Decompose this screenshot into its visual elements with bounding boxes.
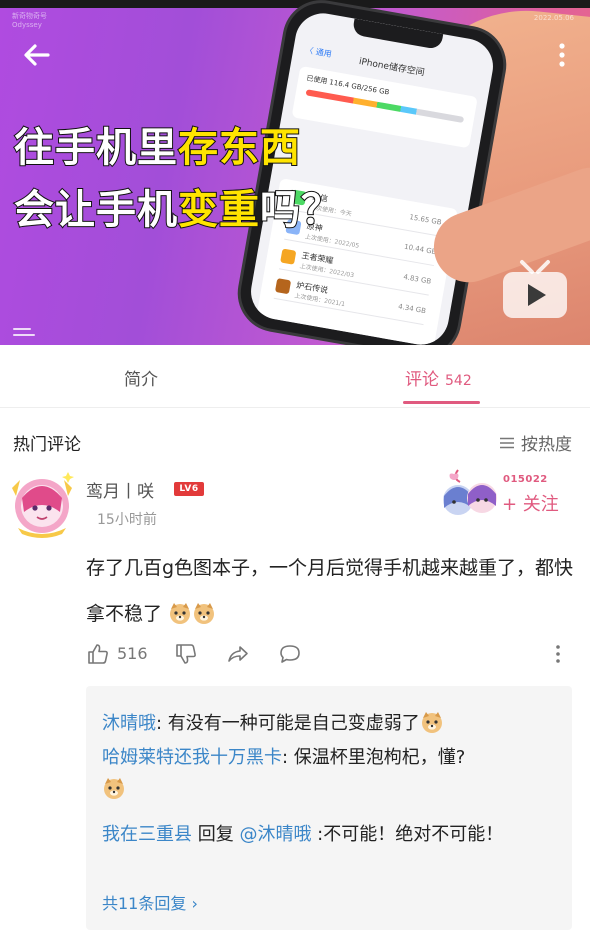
- comment-time: 15小时前: [97, 512, 157, 528]
- app-icon: [274, 278, 292, 295]
- reply-item[interactable]: 我在三重县 回复 @沐晴哦 :不可能！绝对不可能！: [102, 816, 562, 854]
- comment-more-icon[interactable]: [554, 642, 562, 666]
- arrow-left-icon: [24, 44, 50, 66]
- back-button[interactable]: [20, 38, 54, 72]
- doge-emoji-icon: [104, 778, 124, 799]
- anime-characters-icon: [443, 469, 497, 515]
- sort-button[interactable]: 按热度: [499, 430, 572, 455]
- app-icon: [280, 248, 297, 265]
- reply-connector: 回复: [192, 824, 240, 845]
- reply-mention[interactable]: @沐晴哦: [239, 824, 311, 845]
- comment-actions: 516: [86, 640, 576, 670]
- thumbs-up-icon[interactable]: [86, 642, 110, 666]
- video-title-line-2: 会让手机变重吗？: [13, 186, 342, 234]
- title-text: 往手机里: [13, 124, 178, 172]
- doge-emoji-icon: [194, 603, 215, 624]
- title-highlight: 变重: [177, 186, 260, 234]
- reply-username[interactable]: 我在三重县: [102, 824, 192, 845]
- follow-code: 015022: [503, 474, 548, 485]
- reply-text: : 保温杯里泡枸杞，懂?: [282, 747, 466, 768]
- level-badge: LV6: [174, 482, 204, 496]
- avatar-frame-icon: [12, 472, 74, 538]
- reply-item[interactable]: 哈姆莱特还我十万黑卡: 保温杯里泡枸杞，懂?: [102, 742, 562, 806]
- comment-text: 存了几百g色图本子，一个月后觉得手机越来越重了，都快拿不稳了: [86, 545, 578, 637]
- video-date: 2022.05.06: [533, 14, 574, 22]
- comment-body: 存了几百g色图本子，一个月后觉得手机越来越重了，都快拿不稳了: [86, 557, 574, 625]
- reply-bubble-icon[interactable]: [278, 642, 302, 666]
- comment-username[interactable]: 鸾月丨咲: [86, 477, 154, 502]
- tv-play-icon: [503, 260, 567, 318]
- lines-icon: [13, 328, 35, 336]
- reply-text: :不可能！绝对不可能！: [311, 824, 504, 845]
- replies-box: 沐晴哦: 有没有一种可能是自己变虚弱了 哈姆莱特还我十万黑卡: 保温杯里泡枸杞，…: [86, 686, 572, 930]
- app-last-used: 上次使用：2022/05: [304, 233, 360, 250]
- reply-text: : 有没有一种可能是自己变虚弱了: [156, 713, 420, 734]
- tab-comments[interactable]: 评论 542: [405, 365, 472, 390]
- video-player[interactable]: 〈 通用 iPhone储存空间 已使用 116.4 GB/256 GB 微信 上…: [0, 0, 590, 345]
- reply-username[interactable]: 沐晴哦: [102, 713, 156, 734]
- reply-username[interactable]: 哈姆莱特还我十万黑卡: [102, 747, 282, 768]
- divider: [0, 407, 590, 408]
- thumbs-down-icon[interactable]: [174, 642, 198, 666]
- hot-comments-title: 热门评论: [13, 435, 81, 455]
- danmaku-toggle[interactable]: [12, 322, 36, 336]
- sort-icon: [500, 437, 514, 449]
- title-text: 吗？: [259, 186, 342, 234]
- vertical-dots-icon: [559, 43, 565, 67]
- follow-illustration: [438, 468, 500, 520]
- phone-screen: 〈 通用 iPhone储存空间 已使用 116.4 GB/256 GB 微信 上…: [246, 8, 498, 345]
- avatar[interactable]: [6, 468, 78, 540]
- tab-bar: 简介 评论 542: [0, 345, 590, 407]
- app-size: 4.34 GB: [397, 302, 427, 316]
- reply-item[interactable]: 沐晴哦: 有没有一种可能是自己变虚弱了: [102, 708, 562, 740]
- tab-intro[interactable]: 简介: [124, 365, 158, 390]
- share-icon[interactable]: [226, 642, 250, 666]
- video-title-line-1: 往手机里存东西: [13, 124, 301, 172]
- channel-watermark: 新奇物奇号 Odyssey: [12, 12, 47, 29]
- like-count: 516: [117, 644, 148, 663]
- sort-label: 按热度: [521, 435, 572, 455]
- doge-emoji-icon: [421, 712, 442, 733]
- title-highlight: 存东西: [177, 124, 301, 172]
- comments-count: 542: [445, 373, 472, 389]
- follow-button[interactable]: + 关注: [502, 490, 559, 516]
- phone-notch: [351, 18, 444, 50]
- app-size: 10.44 GB: [403, 242, 437, 257]
- more-replies-link[interactable]: 共11条回复 ›: [102, 890, 198, 914]
- active-tab-indicator: [403, 401, 480, 404]
- play-button[interactable]: [500, 258, 570, 322]
- tab-comments-label: 评论: [405, 370, 439, 390]
- more-options-button[interactable]: [552, 38, 572, 72]
- doge-emoji-icon: [170, 603, 191, 624]
- status-bar: [0, 0, 590, 8]
- app-size: 4.83 GB: [402, 273, 432, 286]
- app-size: 15.65 GB: [408, 213, 443, 227]
- title-text: 会让手机: [13, 186, 178, 234]
